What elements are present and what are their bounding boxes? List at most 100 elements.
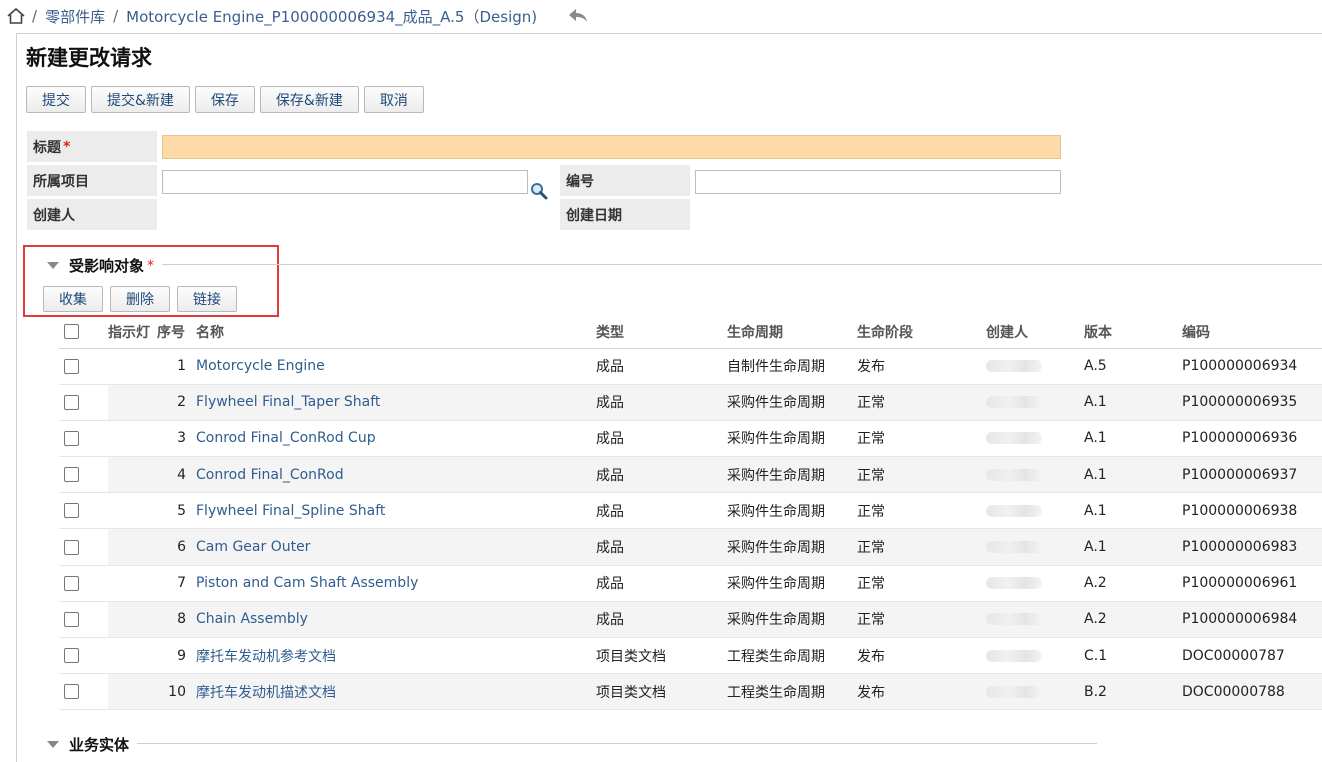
row-name-link[interactable]: 摩托车发动机参考文档 (196, 649, 336, 665)
row-creator (986, 637, 1084, 675)
row-name-link[interactable]: Flywheel Final_Spline Shaft (196, 503, 385, 519)
row-name-link[interactable]: Piston and Cam Shaft Assembly (196, 575, 418, 591)
number-input[interactable] (695, 170, 1061, 194)
select-all-checkbox[interactable] (64, 324, 79, 340)
breadcrumb-library[interactable]: 零部件库 (45, 6, 105, 27)
row-code: P100000006961 (1182, 565, 1322, 602)
row-checkbox[interactable] (64, 503, 79, 519)
row-name-link[interactable]: 摩托车发动机描述文档 (196, 685, 336, 701)
row-seq: 8 (157, 601, 196, 639)
project-input[interactable] (162, 170, 528, 194)
table-row[interactable]: 7 Piston and Cam Shaft Assembly 成品 采购件生命周期正… (59, 565, 1322, 602)
save-and-new-button[interactable]: 保存&新建 (259, 86, 359, 113)
row-checkbox[interactable] (64, 394, 79, 410)
table-row[interactable]: 5 Flywheel Final_Spline Shaft 成品 采购件生命周期 正常 A… (59, 492, 1322, 530)
table-row[interactable]: 9 摩托车发动机参考文档 项目类文档 工程类生命周期 发布 C.1 DOC00000787 (59, 637, 1322, 675)
delete-button[interactable]: 删除 (110, 286, 170, 312)
collapse-triangle-icon[interactable] (47, 262, 59, 269)
header-code: 编码 (1182, 316, 1322, 349)
row-version: A.1 (1084, 528, 1182, 566)
row-name-link[interactable]: Flywheel Final_Taper Shaft (196, 394, 380, 410)
back-arrow-icon[interactable] (567, 6, 589, 26)
required-mark: * (147, 257, 155, 274)
row-checkbox-cell (59, 492, 108, 530)
row-creator (986, 384, 1084, 421)
link-button[interactable]: 链接 (177, 286, 237, 312)
required-mark: * (63, 138, 71, 155)
search-icon[interactable] (530, 182, 548, 200)
row-name-link[interactable]: Cam Gear Outer (196, 539, 310, 555)
business-section-header[interactable]: 业务实体 (47, 734, 129, 755)
row-name-link[interactable]: Conrod Final_ConRod Cup (196, 430, 376, 446)
table-row[interactable]: 6 Cam Gear Outer 成品 采购件生命周期 正常 A.1 P1000000069… (59, 528, 1322, 566)
row-name: Flywheel Final_Taper Shaft (196, 384, 596, 421)
affected-objects-table: 指示灯 序号 名称 类型 生命周期 生命阶段 创建人 版本 编码 1 Motorc… (59, 316, 1322, 711)
table-row[interactable]: 1 Motorcycle Engine 成品 自制件生命周期 发布 A.5 P1000000… (59, 348, 1322, 385)
header-indicator: 指示灯 (108, 316, 157, 349)
header-seq: 序号 (157, 316, 196, 349)
project-label: 所属项目 (27, 165, 157, 196)
row-code: P100000006938 (1182, 492, 1322, 530)
row-seq: 5 (157, 492, 196, 530)
row-checkbox[interactable] (64, 684, 79, 700)
row-seq: 7 (157, 565, 196, 602)
redacted-creator (986, 468, 1042, 481)
row-lifecycle: 采购件生命周期 (727, 420, 857, 458)
table-row[interactable]: 2 Flywheel Final_Taper Shaft 成品 采购件生命周期 正常 A.… (59, 384, 1322, 421)
submit-and-new-button[interactable]: 提交&新建 (91, 86, 190, 113)
row-seq: 3 (157, 420, 196, 458)
row-checkbox-cell (59, 456, 108, 494)
row-stage: 正常 (857, 565, 986, 602)
table-row[interactable]: 4 Conrod Final_ConRod 成品 采购件生命周期 正常 A.1 P10000… (59, 456, 1322, 494)
home-icon[interactable] (6, 6, 26, 26)
row-creator (986, 673, 1084, 711)
redacted-creator (986, 613, 1042, 626)
title-input[interactable] (162, 135, 1061, 159)
row-checkbox[interactable] (64, 430, 79, 446)
row-indicator (108, 348, 157, 385)
row-creator (986, 528, 1084, 566)
row-name-link[interactable]: Conrod Final_ConRod (196, 467, 344, 483)
collect-button[interactable]: 收集 (43, 286, 103, 312)
row-seq: 9 (157, 637, 196, 675)
row-type: 成品 (596, 528, 727, 566)
page-title: 新建更改请求 (26, 46, 152, 70)
row-checkbox[interactable] (64, 611, 79, 627)
submit-button[interactable]: 提交 (26, 86, 86, 113)
redacted-creator (986, 685, 1042, 698)
collapse-triangle-icon[interactable] (47, 741, 59, 748)
main-toolbar: 提交 提交&新建 保存 保存&新建 取消 (26, 86, 424, 113)
header-select-all (59, 316, 108, 349)
row-checkbox[interactable] (64, 539, 79, 555)
row-name: Flywheel Final_Spline Shaft (196, 492, 596, 530)
row-checkbox[interactable] (64, 358, 79, 374)
row-creator (986, 565, 1084, 602)
row-name-link[interactable]: Chain Assembly (196, 611, 308, 627)
row-creator (986, 601, 1084, 639)
row-version: A.1 (1084, 492, 1182, 530)
row-code: P100000006935 (1182, 384, 1322, 421)
cancel-button[interactable]: 取消 (363, 86, 424, 113)
row-seq: 10 (157, 673, 196, 711)
row-name-link[interactable]: Motorcycle Engine (196, 358, 325, 374)
row-checkbox-cell (59, 348, 108, 385)
table-row[interactable]: 10 摩托车发动机描述文档 项目类文档 工程类生命周期 发布 B.2 DOC00000788 (59, 673, 1322, 711)
table-row[interactable]: 3 Conrod Final_ConRod Cup 成品 采购件生命周期 正常 A.1 P1… (59, 420, 1322, 458)
row-creator (986, 420, 1084, 458)
row-name: 摩托车发动机参考文档 (196, 637, 596, 675)
row-creator (986, 456, 1084, 494)
row-checkbox[interactable] (64, 575, 79, 591)
title-label-text: 标题 (33, 139, 61, 156)
row-creator (986, 492, 1084, 530)
redacted-creator (986, 360, 1042, 373)
breadcrumb-part[interactable]: Motorcycle Engine_P100000006934_成品_A.5（D… (126, 6, 537, 27)
save-button[interactable]: 保存 (194, 86, 255, 113)
row-checkbox[interactable] (64, 467, 79, 483)
row-checkbox[interactable] (64, 648, 79, 664)
header-stage: 生命阶段 (857, 316, 986, 349)
row-name: Cam Gear Outer (196, 528, 596, 566)
table-row[interactable]: 8 Chain Assembly 成品 采购件生命周期 正常 A.2 P1000000069… (59, 601, 1322, 639)
row-seq: 1 (157, 348, 196, 385)
row-creator (986, 348, 1084, 385)
affected-section-header[interactable]: 受影响对象 * (47, 255, 154, 276)
